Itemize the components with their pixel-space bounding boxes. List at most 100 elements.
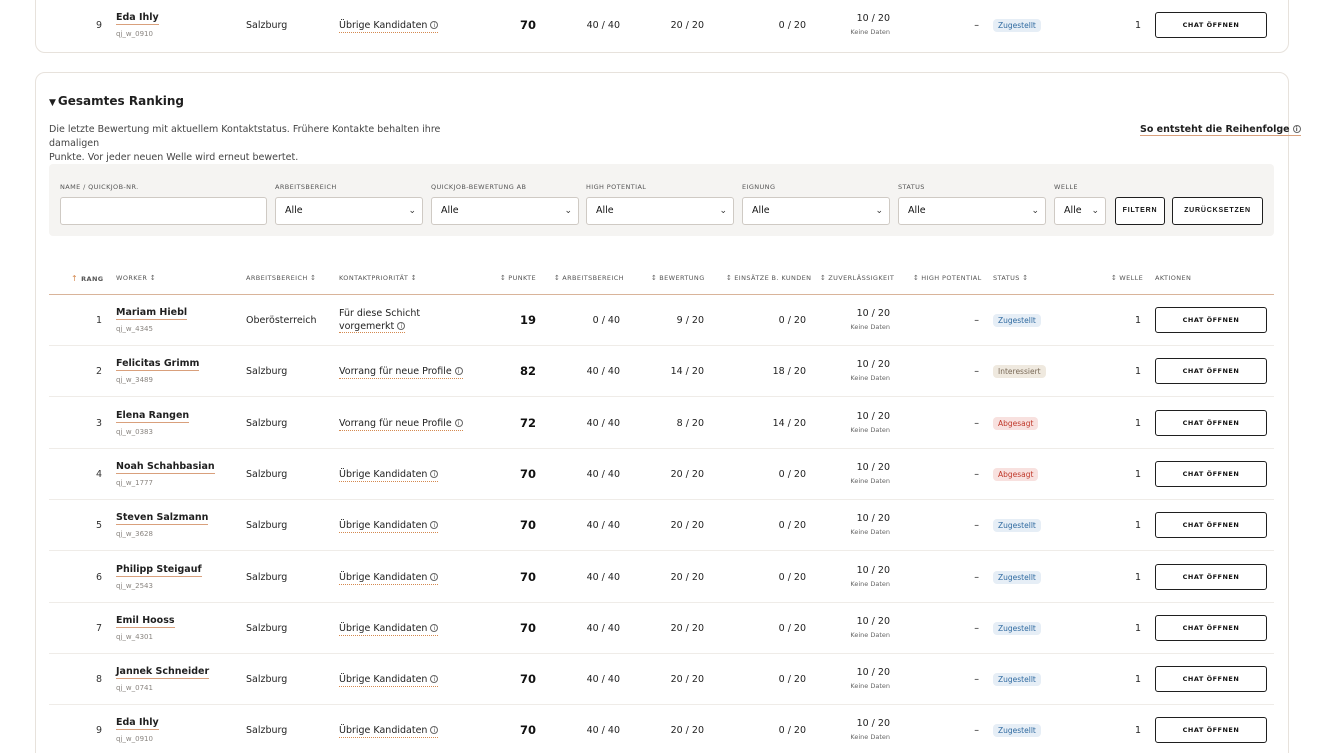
worker-name-link[interactable]: Noah Schahbasian <box>116 461 215 474</box>
status-select[interactable]: Alle ⌄ <box>898 197 1046 225</box>
high-potential-cell: – <box>974 520 979 532</box>
open-chat-button[interactable]: CHAT ÖFFNEN <box>1155 666 1267 693</box>
filter-label: STATUS <box>898 183 925 191</box>
column-bewertung[interactable]: ↕ BEWERTUNG <box>651 274 705 282</box>
worker-name-link[interactable]: Steven Salzmann <box>116 512 209 526</box>
open-chat-button[interactable]: CHAT ÖFFNEN <box>1155 717 1267 744</box>
area-cell: Salzburg <box>246 622 288 634</box>
worker-id: qj_w_3628 <box>116 530 153 539</box>
open-chat-button[interactable]: CHAT ÖFFNEN <box>1155 512 1267 539</box>
open-chat-button[interactable]: CHAT ÖFFNEN <box>1155 409 1267 436</box>
einsaetze-score: 0 / 20 <box>778 622 806 634</box>
column-welle[interactable]: ↕ WELLE <box>1111 274 1143 282</box>
arbeitsbereich-select[interactable]: Alle ⌄ <box>275 197 423 225</box>
priority-label: Übrige Kandidaten <box>339 571 428 583</box>
column-status[interactable]: STATUS ↕ <box>993 274 1031 282</box>
column-label: EINSÄTZE B. KUNDEN <box>734 274 812 282</box>
welle-cell: 1 <box>1134 417 1141 429</box>
open-chat-button[interactable]: CHAT ÖFFNEN <box>1155 307 1267 333</box>
priority-label: Übrige Kandidaten <box>339 725 428 737</box>
open-chat-button[interactable]: CHAT ÖFFNEN <box>1155 614 1267 641</box>
priority-cell[interactable]: Vorrang für neue Profile i <box>339 365 463 380</box>
info-icon[interactable]: i <box>430 572 439 581</box>
worker-name-link[interactable]: Emil Hooss <box>116 615 175 628</box>
worker-name-link[interactable]: Eda Ihly <box>116 12 159 25</box>
priority-cell[interactable]: Übrige Kandidaten i <box>339 622 439 636</box>
bewertung-score: 20 / 20 <box>670 20 704 31</box>
open-chat-button[interactable]: CHAT ÖFFNEN <box>1155 563 1267 590</box>
rank-cell: 2 <box>95 366 102 378</box>
info-icon[interactable]: i <box>397 322 406 330</box>
sort-icon: ↕ <box>726 274 733 282</box>
eignung-select[interactable]: Alle ⌄ <box>742 197 890 225</box>
rank-cell: 9 <box>95 725 102 737</box>
priority-cell[interactable]: Für diese Schicht vorgemerkt i <box>339 307 449 333</box>
column-punkte[interactable]: ↕ PUNKTE <box>500 274 536 282</box>
open-chat-button[interactable]: CHAT ÖFFNEN <box>1155 358 1267 385</box>
worker-name-link[interactable]: Eda Ihly <box>116 717 159 731</box>
welle-select[interactable]: Alle ⌄ <box>1054 197 1106 225</box>
column-arbeitsbereich-score[interactable]: ↕ ARBEITSBEREICH <box>554 274 624 282</box>
worker-name-link[interactable]: Mariam Hiebl <box>116 307 188 320</box>
select-value: Alle <box>908 205 926 216</box>
column-rang[interactable]: ↑ RANG <box>71 274 104 283</box>
info-icon[interactable]: i <box>430 675 439 684</box>
high-potential-select[interactable]: Alle ⌄ <box>586 197 734 225</box>
reset-button[interactable]: ZURÜCKSETZEN <box>1172 197 1263 225</box>
open-chat-button[interactable]: CHAT ÖFFNEN <box>1155 460 1267 487</box>
info-icon[interactable]: i <box>430 521 439 530</box>
rank-cell: 9 <box>95 20 102 31</box>
column-high-potential[interactable]: ↕ HIGH POTENTIAL <box>913 274 982 282</box>
table-row: 9 Eda Ihly qj_w_0910 Salzburg Übrige Kandida… <box>49 705 1274 753</box>
column-kontaktprioritaet[interactable]: KONTAKTPRIORITÄT ↕ <box>339 274 419 282</box>
worker-id: qj_w_2543 <box>116 581 153 590</box>
einsaetze-score: 0 / 20 <box>778 315 806 326</box>
info-icon[interactable]: i <box>430 21 439 29</box>
table-row: 1 Mariam Hiebl qj_w_4345 Oberösterreich Für … <box>49 295 1274 346</box>
worker-name-link[interactable]: Elena Rangen <box>116 410 190 423</box>
status-badge: Zugestellt <box>993 724 1041 738</box>
chevron-down-icon: ⌄ <box>875 206 883 216</box>
column-einsaetze[interactable]: ↕ EINSÄTZE B. KUNDEN <box>726 274 811 282</box>
priority-cell[interactable]: Übrige Kandidaten i <box>339 519 439 534</box>
filter-label: HIGH POTENTIAL <box>586 183 647 191</box>
priority-cell[interactable]: Übrige Kandidaten i <box>339 724 439 739</box>
select-value: Alle <box>441 205 459 216</box>
column-zuverlaessigkeit[interactable]: ↕ ZUVERLÄSSIGKEIT <box>820 274 894 282</box>
section-toggle[interactable]: ▼ Gesamtes Ranking <box>49 94 184 108</box>
description-line: Die letzte Bewertung mit aktuellem Konta… <box>49 124 441 149</box>
status-badge: Abgesagt <box>993 467 1039 481</box>
open-chat-button[interactable]: CHAT ÖFFNEN <box>1155 12 1267 38</box>
worker-id: qj_w_1777 <box>116 478 153 487</box>
rank-cell: 3 <box>95 417 102 429</box>
worker-id: qj_w_4301 <box>116 632 153 641</box>
explain-order-link[interactable]: So entsteht die Reihenfolge i <box>1140 124 1301 136</box>
name-search-input[interactable] <box>60 197 267 225</box>
column-arbeitsbereich[interactable]: ARBEITSBEREICH ↕ <box>246 274 318 282</box>
priority-cell[interactable]: Übrige Kandidaten i <box>339 673 439 688</box>
info-icon[interactable]: i <box>430 469 439 478</box>
priority-cell[interactable]: Übrige Kandidaten i <box>339 571 439 585</box>
worker-name-link[interactable]: Felicitas Grimm <box>116 358 200 372</box>
sort-icon: ↕ <box>1022 274 1029 282</box>
filter-button[interactable]: FILTERN <box>1115 197 1165 225</box>
priority-cell[interactable]: Vorrang für neue Profile i <box>339 417 463 431</box>
sort-icon: ↕ <box>1111 274 1118 282</box>
high-potential-cell: – <box>974 366 979 378</box>
priority-cell[interactable]: Übrige Kandidaten i <box>339 19 439 33</box>
points-cell: 70 <box>519 18 536 32</box>
worker-name-link[interactable]: Jannek Schneider <box>116 666 210 680</box>
welle-cell: 1 <box>1134 674 1141 686</box>
bewertung-select[interactable]: Alle ⌄ <box>431 197 579 225</box>
info-icon[interactable]: i <box>454 418 463 427</box>
column-worker[interactable]: WORKER ↕ <box>116 274 158 282</box>
info-icon[interactable]: i <box>430 726 439 735</box>
einsaetze-score: 0 / 20 <box>778 20 806 31</box>
priority-cell[interactable]: Übrige Kandidaten i <box>339 468 439 482</box>
priority-label: Vorrang für neue Profile <box>339 417 452 429</box>
sort-icon: ↕ <box>820 274 827 282</box>
high-potential-cell: – <box>974 622 979 634</box>
worker-name-link[interactable]: Philipp Steigauf <box>116 564 202 577</box>
info-icon[interactable]: i <box>430 623 439 632</box>
info-icon[interactable]: i <box>454 367 463 376</box>
